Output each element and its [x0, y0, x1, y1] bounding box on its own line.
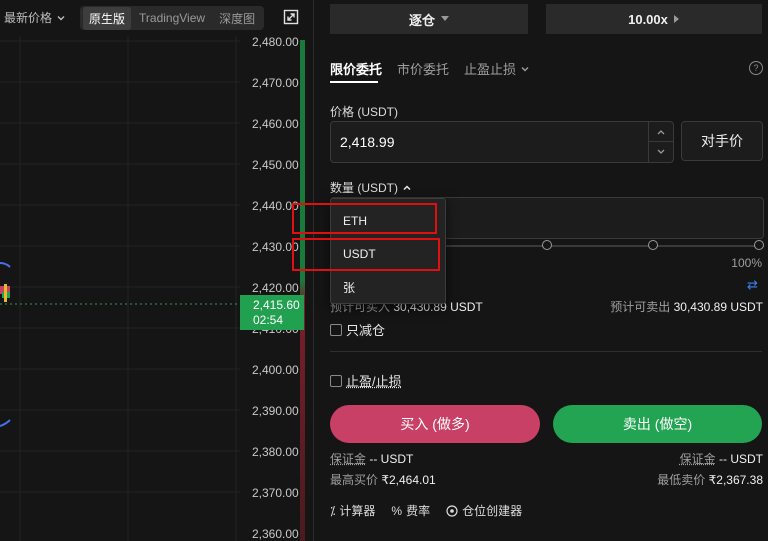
help-icon[interactable]: ? [749, 61, 763, 75]
slider-max-label: 100% [731, 256, 762, 270]
axis-tick: 2,420.00 [252, 281, 299, 295]
divider [330, 351, 762, 352]
max-buy-value: ₹2,464.01 [381, 473, 436, 487]
price-axis: 2,480.00 2,470.00 2,460.00 2,450.00 2,44… [240, 0, 300, 541]
tab-market-order[interactable]: 市价委托 [397, 59, 449, 78]
price-type-select[interactable]: 最新价格 [4, 9, 66, 26]
axis-tick: 2,390.00 [252, 404, 299, 418]
position-builder-label: 仓位创建器 [462, 504, 523, 518]
buy-margin-label: 保证金 [330, 452, 367, 466]
sell-available-label: 预计可卖出 [610, 300, 671, 314]
quantity-field-label: 数量 (USDT) [330, 181, 398, 195]
volume-gradient-bar [300, 40, 305, 541]
caret-right-icon [673, 15, 679, 23]
tp-sl-label: 止盈/止损 [346, 374, 402, 389]
tab-tp-sl-label: 止盈止损 [464, 62, 517, 77]
buy-long-button[interactable]: 买入 (做多) [330, 405, 540, 443]
min-sell-value: ₹2,367.38 [708, 473, 763, 487]
price-type-label: 最新价格 [4, 11, 53, 25]
view-tradingview-button[interactable]: TradingView [133, 8, 211, 28]
price-field-label: 价格 (USDT) [330, 105, 398, 119]
buy-margin-value: -- USDT [369, 452, 414, 466]
tab-limit-order[interactable]: 限价委托 [330, 59, 382, 78]
min-sell-label: 最低卖价 [657, 473, 706, 487]
sell-margin-value: -- USDT [719, 452, 763, 466]
chevron-down-icon [57, 15, 65, 20]
sell-available: 预计可卖出 30,430.89 USDT [610, 298, 763, 315]
current-price-tag: 2,415.60 02:54 [240, 295, 304, 330]
swap-icon[interactable]: ⇄ [747, 277, 758, 293]
price-chart[interactable]: 最新价格 原生版 TradingView 深度图 2,480.00 2,470.… [0, 0, 314, 541]
price-input[interactable]: 2,418.99 [330, 121, 674, 163]
candle-countdown: 02:54 [253, 313, 284, 327]
chart-plot-area[interactable] [0, 36, 240, 541]
axis-tick: 2,480.00 [252, 35, 299, 49]
reduce-only-checkbox[interactable]: 只减仓 [330, 320, 385, 339]
axis-tick: 2,450.00 [252, 158, 299, 172]
tools-bar: ⁒ 计算器 % 费率 仓位创建器 [330, 502, 522, 519]
slider-mark-75[interactable] [648, 240, 658, 250]
highlight-box-eth [292, 203, 437, 234]
calculator-button[interactable]: ⁒ 计算器 [330, 502, 375, 519]
checkbox-box[interactable] [330, 323, 342, 336]
leverage-select[interactable]: 10.00x [546, 4, 762, 34]
sell-short-button[interactable]: 卖出 (做空) [553, 405, 762, 443]
caret-down-icon [441, 16, 449, 21]
quantity-unit-toggle[interactable]: 数量 (USDT) [330, 179, 412, 196]
sell-margin-label: 保证金 [679, 452, 716, 466]
chevron-down-icon [521, 67, 529, 72]
chart-view-switch: 原生版 TradingView 深度图 [80, 6, 265, 30]
axis-tick: 2,460.00 [252, 117, 299, 131]
price-increment-button[interactable] [649, 122, 673, 142]
price-decrement-button[interactable] [649, 142, 673, 161]
axis-tick: 2,370.00 [252, 486, 299, 500]
axis-tick: 2,400.00 [252, 363, 299, 377]
tab-tp-sl[interactable]: 止盈止损 [464, 59, 530, 78]
view-native-button[interactable]: 原生版 [83, 6, 132, 30]
chevron-down-icon [657, 149, 665, 154]
percent-icon: % [391, 503, 403, 518]
chevron-up-icon [403, 184, 411, 190]
margin-mode-label: 逐仓 [408, 12, 435, 28]
position-builder-button[interactable]: 仓位创建器 [446, 502, 522, 519]
current-price: 2,415.60 [253, 298, 300, 312]
sell-available-value: 30,430.89 USDT [673, 300, 763, 314]
tp-sl-checkbox[interactable]: 止盈/止损 [330, 371, 402, 390]
price-stepper [648, 122, 673, 162]
bbo-price-button[interactable]: 对手价 [681, 121, 763, 161]
unit-option-contracts[interactable]: 张 [343, 279, 355, 296]
margin-mode-select[interactable]: 逐仓 [330, 4, 528, 34]
sell-margin: 保证金 -- USDT [680, 450, 763, 467]
checkbox-box[interactable] [330, 374, 342, 387]
axis-tick: 2,380.00 [252, 445, 299, 459]
position-builder-icon [446, 504, 458, 517]
active-tab-indicator [330, 81, 378, 83]
highlight-box-usdt [292, 238, 440, 271]
slider-mark-50[interactable] [542, 240, 552, 250]
slider-mark-100[interactable] [754, 240, 764, 250]
axis-tick: 2,470.00 [252, 76, 299, 90]
leverage-label: 10.00x [628, 11, 668, 27]
reduce-only-label: 只减仓 [346, 323, 386, 338]
min-sell-price: 最低卖价 ₹2,367.38 [657, 471, 763, 488]
max-buy-price: 最高买价 ₹2,464.01 [330, 471, 436, 488]
chevron-up-icon [657, 129, 665, 134]
order-type-tabs: 限价委托 市价委托 止盈止损 [330, 59, 530, 78]
calculator-label: 计算器 [339, 504, 376, 518]
fee-rate-button[interactable]: % 费率 [391, 502, 430, 519]
axis-tick: 2,360.00 [252, 527, 299, 541]
fee-rate-label: 费率 [406, 504, 431, 518]
max-buy-label: 最高买价 [330, 473, 379, 487]
price-input-value: 2,418.99 [340, 134, 395, 150]
buy-margin: 保证金 -- USDT [330, 450, 413, 467]
calculator-icon: ⁒ [330, 503, 336, 518]
